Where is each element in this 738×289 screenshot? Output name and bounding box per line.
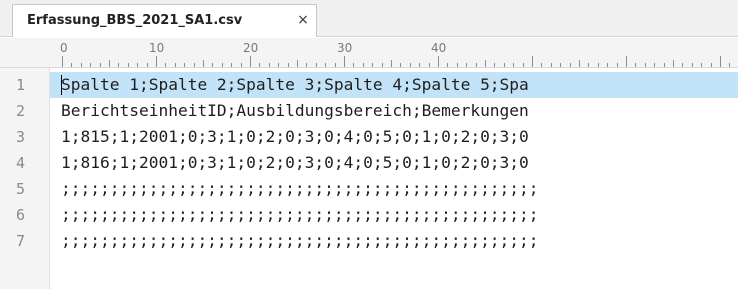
line-content: 1;815;1;2001;0;3;1;0;2;0;3;0;4;0;5;0;1;0… (61, 127, 529, 146)
text-line[interactable]: 1;816;1;2001;0;3;1;0;2;0;3;0;4;0;5;0;1;0… (50, 150, 738, 176)
text-line[interactable]: 1;815;1;2001;0;3;1;0;2;0;3;0;4;0;5;0;1;0… (50, 124, 738, 150)
tab-bar: Erfassung_BBS_2021_SA1.csv × (0, 0, 738, 37)
line-content: BerichtseinheitID;Ausbildungsbereich;Bem… (61, 101, 529, 120)
line-number: 1 (16, 76, 26, 94)
tab-title: Erfassung_BBS_2021_SA1.csv (27, 13, 243, 28)
text-line[interactable]: ;;;;;;;;;;;;;;;;;;;;;;;;;;;;;;;;;;;;;;;;… (50, 228, 738, 254)
text-area[interactable]: Spalte 1;Spalte 2;Spalte 3;Spalte 4;Spal… (50, 68, 738, 289)
text-line[interactable]: BerichtseinheitID;Ausbildungsbereich;Bem… (50, 98, 738, 124)
line-content: ;;;;;;;;;;;;;;;;;;;;;;;;;;;;;;;;;;;;;;;;… (61, 231, 539, 250)
line-content: 1;816;1;2001;0;3;1;0;2;0;3;0;4;0;5;0;1;0… (61, 153, 529, 172)
ruler-label-40: 40 (431, 41, 447, 55)
editor-window: Erfassung_BBS_2021_SA1.csv × 0 10 20 30 … (0, 0, 738, 289)
line-content: ;;;;;;;;;;;;;;;;;;;;;;;;;;;;;;;;;;;;;;;;… (61, 205, 539, 224)
line-number: 2 (16, 102, 26, 120)
line-number: 5 (16, 180, 26, 198)
close-icon[interactable]: × (296, 12, 310, 28)
ruler-label-20: 20 (243, 41, 259, 55)
column-ruler: 0 10 20 30 40 (0, 38, 738, 68)
ruler-label-30: 30 (337, 41, 353, 55)
ruler-ticks (62, 56, 730, 67)
ruler-label-0: 0 (60, 41, 68, 55)
line-content: Spalte 1;Spalte 2;Spalte 3;Spalte 4;Spal… (61, 75, 529, 94)
file-tab[interactable]: Erfassung_BBS_2021_SA1.csv × (12, 4, 317, 37)
text-line[interactable]: ;;;;;;;;;;;;;;;;;;;;;;;;;;;;;;;;;;;;;;;;… (50, 176, 738, 202)
line-number-gutter: 1 2 3 4 5 6 7 (0, 68, 50, 289)
ruler-label-10: 10 (149, 41, 165, 55)
line-content: ;;;;;;;;;;;;;;;;;;;;;;;;;;;;;;;;;;;;;;;;… (61, 179, 539, 198)
text-line-current[interactable]: Spalte 1;Spalte 2;Spalte 3;Spalte 4;Spal… (50, 72, 738, 98)
line-number: 3 (16, 128, 26, 146)
text-caret (61, 75, 62, 95)
line-number: 6 (16, 206, 26, 224)
line-number: 7 (16, 232, 26, 250)
line-number: 4 (16, 154, 26, 172)
text-line[interactable]: ;;;;;;;;;;;;;;;;;;;;;;;;;;;;;;;;;;;;;;;;… (50, 202, 738, 228)
